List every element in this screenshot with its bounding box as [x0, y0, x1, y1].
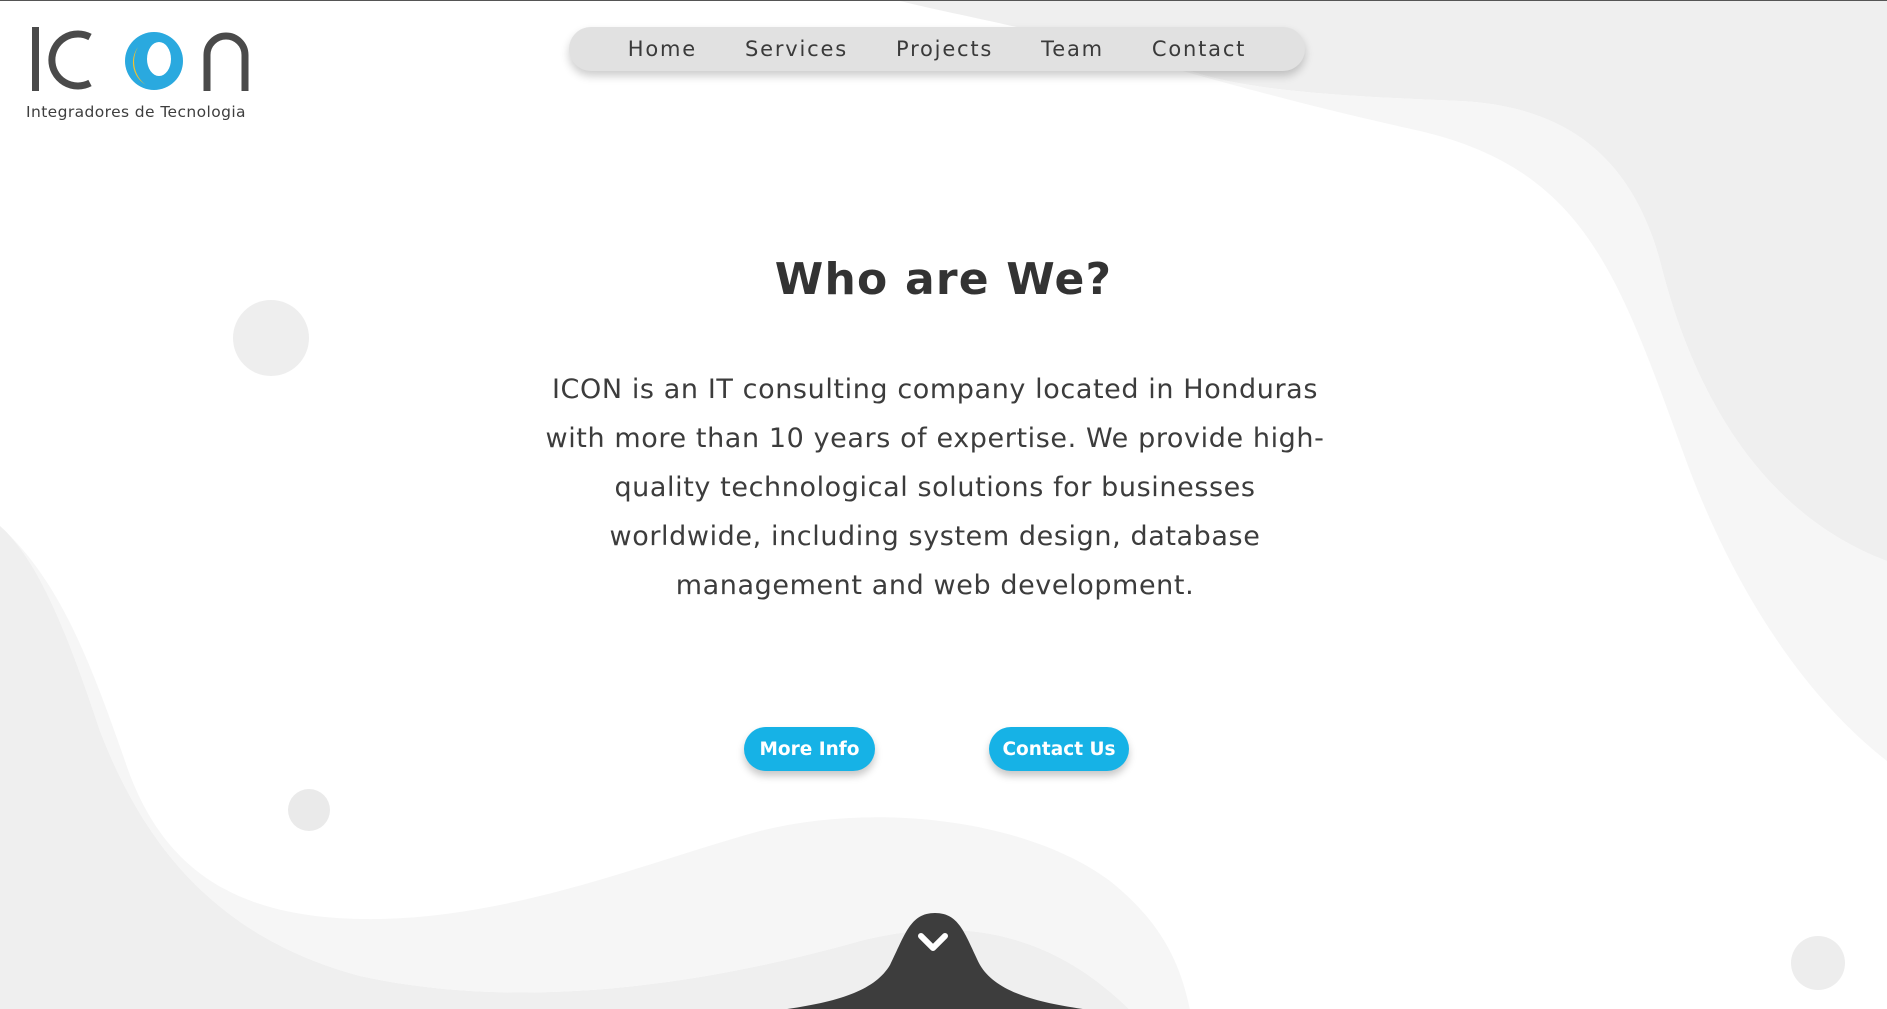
logo-tagline: Integradores de Tecnologia: [26, 103, 246, 121]
nav-item-services[interactable]: Services: [721, 37, 872, 61]
main-nav: Home Services Projects Team Contact: [569, 27, 1305, 71]
page: Integradores de Tecnologia Home Services…: [0, 0, 1887, 1009]
logo[interactable]: Integradores de Tecnologia: [26, 23, 256, 128]
decor-circle-small: [288, 789, 330, 831]
scroll-down-tab[interactable]: [780, 910, 1090, 1009]
nav-item-contact[interactable]: Contact: [1128, 37, 1270, 61]
logo-mark: [32, 27, 249, 91]
page-title: Who are We?: [774, 254, 1113, 305]
decor-circle-large: [233, 300, 309, 376]
contact-us-button[interactable]: Contact Us: [989, 727, 1129, 771]
nav-item-projects[interactable]: Projects: [872, 37, 1017, 61]
chevron-down-icon[interactable]: [917, 930, 949, 954]
more-info-button[interactable]: More Info: [744, 727, 875, 771]
nav-item-team[interactable]: Team: [1017, 37, 1128, 61]
hero-description: ICON is an IT consulting company located…: [545, 374, 1325, 601]
nav-item-home[interactable]: Home: [604, 37, 721, 61]
decor-circle-corner: [1791, 936, 1845, 990]
